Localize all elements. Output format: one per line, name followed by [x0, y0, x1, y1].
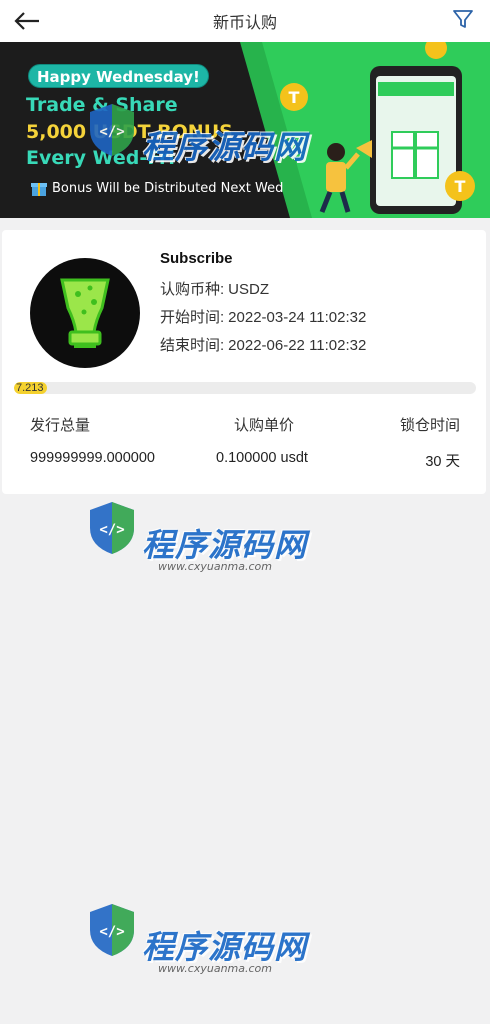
watermark: </> 程序源码网 www.cxyuanma.com	[86, 498, 316, 598]
total-supply-value: 999999999.000000	[30, 450, 155, 466]
start-time-label: 开始时间:	[160, 309, 225, 326]
shield-code-icon: </>	[90, 104, 134, 156]
currency-row: 认购币种: USDZ	[160, 278, 269, 299]
coin-logo	[30, 258, 140, 368]
filter-button[interactable]	[448, 4, 478, 34]
start-time-value: 2022-03-24 11:02:32	[228, 309, 367, 326]
watermark-url: www.cxyuanma.com	[158, 962, 272, 975]
lock-period-value: 30 天	[425, 454, 460, 470]
greeting-badge: Happy Wednesday!	[28, 64, 209, 88]
lock-period-label: 锁仓时间	[399, 417, 460, 434]
svg-text:</>: </>	[99, 124, 124, 140]
svg-text:</>: </>	[99, 522, 124, 538]
watermark: </> 程序源码网 www.cxyuanma.com	[86, 900, 316, 1000]
back-button[interactable]	[10, 4, 44, 38]
svg-text:</>: </>	[99, 924, 124, 940]
total-supply-label: 发行总量	[30, 417, 91, 434]
start-time-row: 开始时间: 2022-03-24 11:02:32	[160, 306, 366, 327]
page-title: 新币认购	[212, 15, 277, 32]
arrow-left-icon	[14, 12, 39, 30]
watermark-url: www.cxyuanma.com	[158, 560, 272, 573]
svg-text:T: T	[455, 177, 466, 196]
unit-price-value: 0.100000 usdt	[216, 450, 308, 466]
watermark: </> 程序源码网	[86, 100, 316, 200]
progress-bar: 7.213	[14, 382, 476, 394]
gift-icon	[31, 183, 47, 196]
end-time-row: 结束时间: 2022-06-22 11:02:32	[160, 334, 366, 355]
currency-value: USDZ	[228, 281, 270, 298]
subscription-card[interactable]: Subscribe 认购币种: USDZ 开始时间: 2022-03-24 11:0…	[2, 230, 486, 494]
filter-icon	[453, 10, 473, 28]
shield-code-icon: </>	[90, 904, 134, 956]
end-time-value: 2022-06-22 11:02:32	[228, 337, 367, 354]
end-time-label: 结束时间:	[160, 337, 225, 354]
currency-label: 认购币种:	[160, 281, 225, 298]
shield-code-icon: </>	[90, 502, 134, 554]
top-bar: 新币认购	[0, 0, 490, 42]
watermark-brand: 程序源码网	[142, 128, 308, 166]
progress-text: 7.213	[16, 382, 44, 394]
unit-price-label: 认购单价	[234, 417, 295, 434]
subscription-name: Subscribe	[160, 250, 233, 267]
